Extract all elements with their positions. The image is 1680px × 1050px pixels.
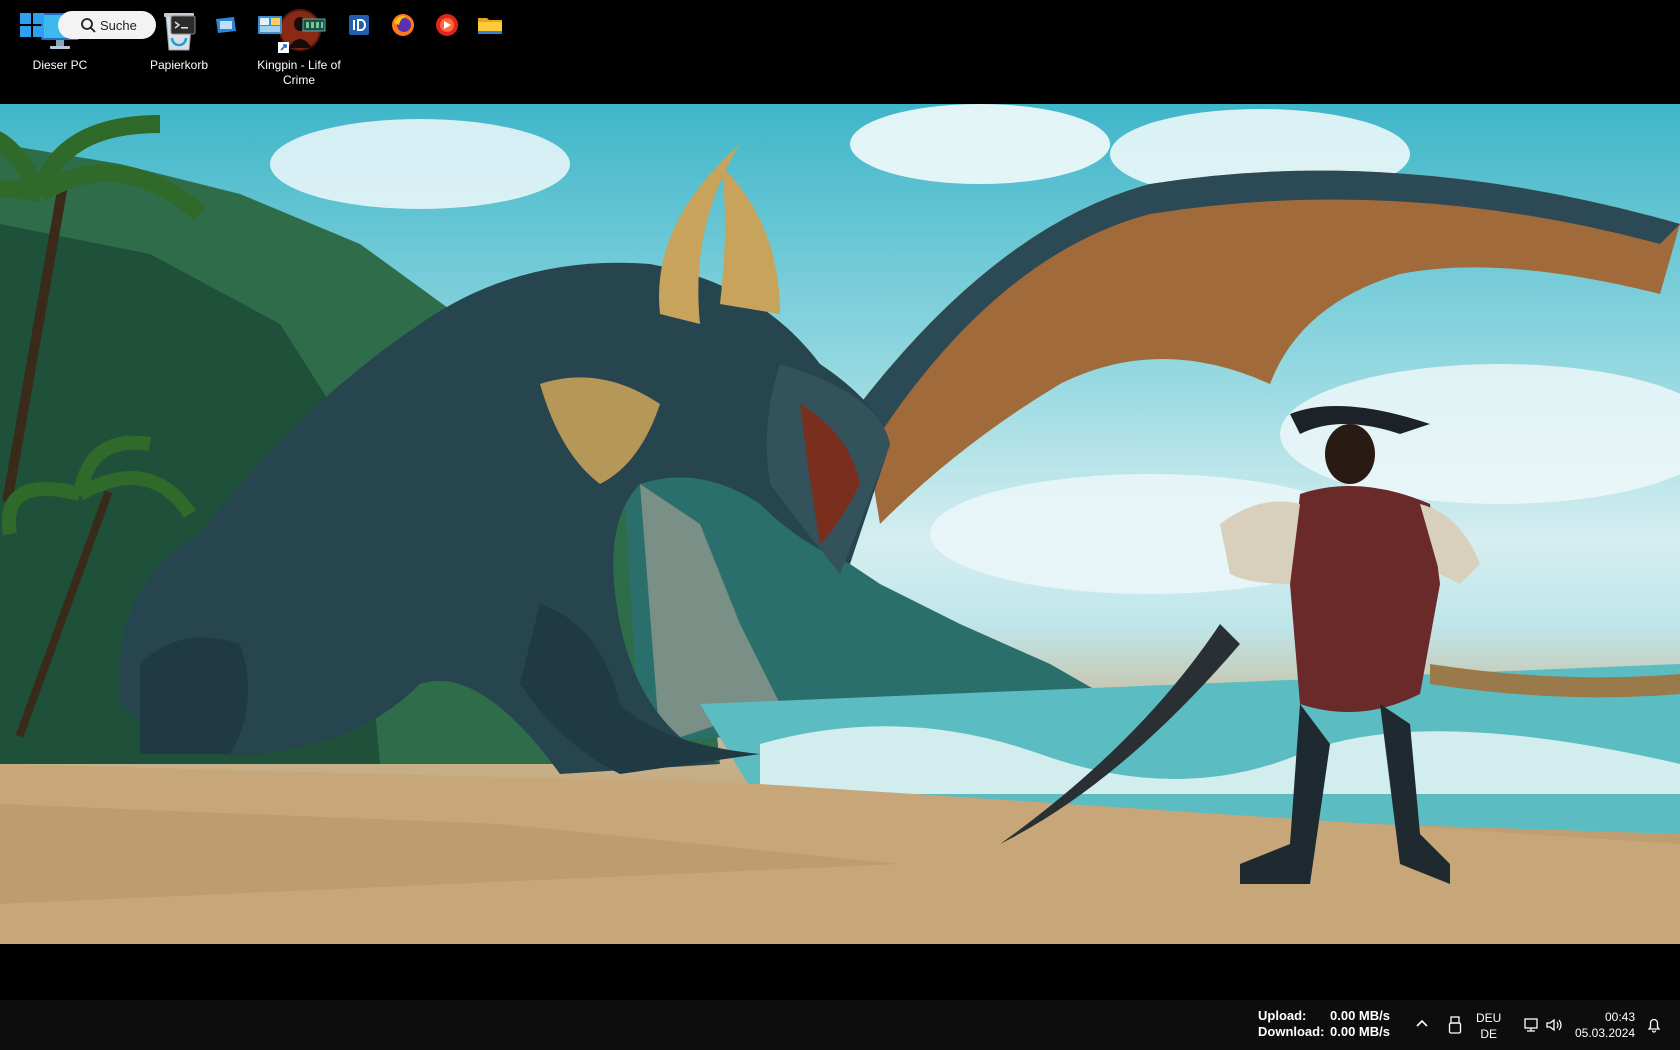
media-player-icon — [436, 14, 458, 36]
file-explorer-icon — [478, 18, 502, 34]
usb-drive-icon — [1448, 1016, 1462, 1034]
search-label: Suche — [100, 17, 137, 33]
network-speed-widget[interactable]: Upload: 0.00 MB/s Download: 0.00 MB/s — [1258, 1008, 1390, 1040]
clock-date: 05.03.2024 — [1575, 1026, 1636, 1040]
desktop-icon-area: Dieser PC Papierkorb Kingpin - Life of C — [0, 0, 1680, 104]
taskbar-app-terminal[interactable] — [170, 13, 196, 37]
control-panel-icon — [258, 16, 282, 34]
taskbar-app-firefox[interactable] — [390, 13, 416, 37]
network-status-button[interactable] — [1522, 1017, 1540, 1033]
desktop-icon-label: Kingpin - Life of Crime — [257, 58, 341, 87]
bell-icon — [1647, 1018, 1661, 1033]
network-monitor-icon — [1524, 1018, 1538, 1032]
windows-logo-icon — [20, 13, 44, 37]
taskbar-app-media-player[interactable] — [434, 13, 460, 37]
chevron-up-icon — [1416, 1019, 1428, 1027]
language-code: DEU — [1476, 1011, 1502, 1025]
taskbar-app-file-explorer[interactable] — [477, 13, 503, 37]
desktop-wallpaper — [0, 104, 1680, 944]
clock-time: 00:43 — [1604, 1010, 1635, 1024]
desktop-icon-label: Dieser PC — [32, 58, 88, 72]
notifications-button[interactable] — [1646, 1017, 1662, 1033]
taskbar-search-box[interactable]: Suche — [58, 11, 156, 39]
taskbar-app-control-panel[interactable] — [257, 13, 283, 37]
id-app-icon — [349, 15, 369, 35]
terminal-icon — [170, 15, 196, 35]
show-hidden-icons-button[interactable] — [1415, 1017, 1429, 1031]
taskbar-clock[interactable]: 00:43 05.03.2024 — [1575, 1009, 1635, 1041]
speaker-icon — [1546, 1018, 1562, 1032]
desktop-icon-label: Papierkorb — [149, 58, 209, 72]
safely-remove-hardware-button[interactable] — [1448, 1016, 1462, 1034]
search-icon — [81, 18, 96, 33]
taskbar-app-window[interactable] — [213, 13, 239, 37]
taskbar-app-hardware-monitor[interactable] — [301, 13, 327, 37]
hardware-monitor-icon — [302, 18, 326, 32]
app-window-icon — [216, 17, 236, 33]
download-value: 0.00 MB/s — [1330, 1024, 1390, 1039]
keyboard-layout: DE — [1480, 1027, 1497, 1041]
download-label: Download: — [1258, 1024, 1325, 1039]
upload-value: 0.00 MB/s — [1330, 1008, 1390, 1023]
volume-button[interactable] — [1545, 1017, 1563, 1033]
input-language-indicator[interactable]: DEU DE — [1476, 1010, 1501, 1042]
start-button[interactable] — [20, 13, 44, 37]
upload-label: Upload: — [1258, 1008, 1307, 1023]
taskbar-app-id[interactable] — [346, 13, 372, 37]
firefox-icon — [392, 14, 414, 36]
